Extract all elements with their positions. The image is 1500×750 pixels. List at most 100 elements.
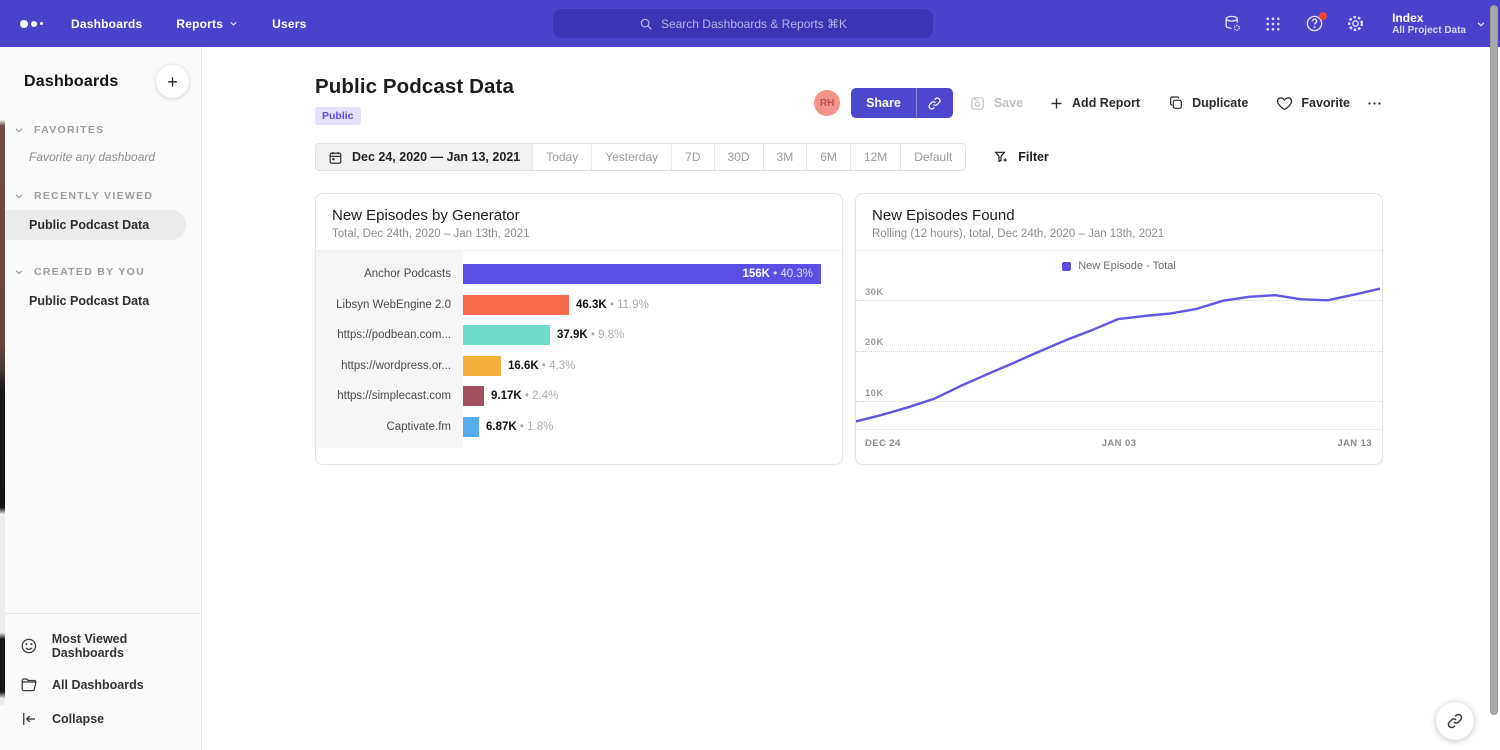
- footer-item-label: Collapse: [52, 712, 104, 726]
- sidebar-item-public-podcast-data[interactable]: Public Podcast Data: [0, 210, 186, 240]
- share-button[interactable]: Share: [851, 88, 917, 118]
- preset-3m[interactable]: 3M: [763, 144, 807, 170]
- folder-icon: [20, 676, 38, 694]
- bar-value-label: 46.3K • 11.9%: [576, 295, 649, 315]
- bar-fill[interactable]: [463, 386, 484, 406]
- bar-row[interactable]: Anchor Podcasts156K • 40.3%: [316, 259, 842, 290]
- bar-fill[interactable]: [463, 417, 479, 437]
- add-dashboard-button[interactable]: +: [156, 65, 189, 98]
- preset-6m[interactable]: 6M: [806, 144, 850, 170]
- search-icon: [639, 17, 653, 31]
- brand-logo[interactable]: [20, 20, 43, 28]
- preset-default[interactable]: Default: [900, 144, 965, 170]
- line-chart-legend[interactable]: New Episode - Total: [856, 251, 1382, 277]
- date-range-label: Dec 24, 2020 — Jan 13, 2021: [352, 150, 520, 164]
- save-button[interactable]: Save: [969, 95, 1023, 112]
- line-series-svg: [856, 277, 1380, 429]
- bar-row[interactable]: https://wordpress.or...16.6K • 4.3%: [316, 351, 842, 382]
- bar-chart-card: New Episodes by Generator Total, Dec 24t…: [315, 193, 843, 465]
- ellipsis-icon: [1366, 95, 1383, 112]
- preset-12m[interactable]: 12M: [850, 144, 900, 170]
- left-edge-artifact: [0, 47, 5, 705]
- project-scope: All Project Data: [1392, 25, 1466, 37]
- project-switcher[interactable]: Index All Project Data: [1392, 11, 1486, 37]
- line-series[interactable]: [856, 289, 1380, 422]
- preset-30d[interactable]: 30D: [714, 144, 763, 170]
- bar-chart-title: New Episodes by Generator: [332, 207, 826, 224]
- sidebar-section-recently-viewed[interactable]: RECENTLY VIEWED: [0, 190, 201, 202]
- all-dashboards-item[interactable]: All Dashboards: [0, 668, 201, 702]
- more-options-button[interactable]: [1366, 95, 1383, 112]
- search-placeholder: Search Dashboards & Reports ⌘K: [661, 17, 847, 31]
- primary-nav: Dashboards Reports Users: [71, 17, 306, 31]
- bar-track: 9.17K • 2.4%: [463, 386, 842, 406]
- section-label: FAVORITES: [34, 124, 104, 136]
- settings-gear-icon[interactable]: [1345, 14, 1365, 34]
- bar-row[interactable]: https://simplecast.com9.17K • 2.4%: [316, 381, 842, 412]
- footer-item-label: All Dashboards: [52, 678, 144, 692]
- date-range-group: Dec 24, 2020 — Jan 13, 2021 Today Yester…: [315, 143, 966, 171]
- duplicate-label: Duplicate: [1192, 96, 1248, 110]
- public-badge: Public: [315, 107, 361, 125]
- link-icon: [1446, 712, 1464, 730]
- xtick-jan13: JAN 13: [1337, 438, 1372, 449]
- bar-fill[interactable]: 156K • 40.3%: [463, 264, 821, 284]
- line-chart-title: New Episodes Found: [872, 207, 1366, 224]
- most-viewed-dashboards-item[interactable]: Most Viewed Dashboards: [0, 624, 201, 668]
- bar-fill[interactable]: [463, 295, 569, 315]
- bar-value-label: 6.87K • 1.8%: [486, 417, 553, 437]
- nav-right-cluster: Index All Project Data: [1222, 11, 1486, 37]
- bar-row[interactable]: Captivate.fm6.87K • 1.8%: [316, 412, 842, 443]
- bar-row[interactable]: https://podbean.com...37.9K • 9.8%: [316, 320, 842, 351]
- nav-dashboards[interactable]: Dashboards: [71, 17, 142, 31]
- help-icon[interactable]: [1304, 14, 1324, 34]
- section-label: RECENTLY VIEWED: [34, 190, 153, 202]
- search-input[interactable]: Search Dashboards & Reports ⌘K: [553, 9, 933, 38]
- date-range-button[interactable]: Dec 24, 2020 — Jan 13, 2021: [316, 144, 532, 170]
- nav-users[interactable]: Users: [272, 17, 306, 31]
- bar-fill[interactable]: [463, 356, 501, 376]
- section-label: CREATED BY YOU: [34, 266, 145, 278]
- bar-row[interactable]: Libsyn WebEngine 2.0 46.3K • 11.9%: [316, 290, 842, 321]
- bar-track: 16.6K • 4.3%: [463, 356, 842, 376]
- duplicate-button[interactable]: Duplicate: [1168, 95, 1248, 111]
- bar-category-label: Libsyn WebEngine 2.0: [316, 299, 463, 311]
- preset-yesterday[interactable]: Yesterday: [591, 144, 671, 170]
- nav-reports-label: Reports: [176, 17, 223, 31]
- add-report-button[interactable]: Add Report: [1049, 96, 1140, 111]
- add-report-label: Add Report: [1072, 96, 1140, 110]
- chevron-down-icon: [14, 267, 24, 277]
- notification-dot: [1319, 12, 1327, 20]
- date-controls: Dec 24, 2020 — Jan 13, 2021 Today Yester…: [315, 143, 1383, 171]
- preset-today[interactable]: Today: [532, 144, 591, 170]
- plus-icon: [1049, 96, 1064, 111]
- sidebar-section-created-by-you[interactable]: CREATED BY YOU: [0, 266, 201, 278]
- line-chart-xaxis: DEC 24 JAN 03 JAN 13: [856, 429, 1382, 449]
- preset-7d[interactable]: 7D: [671, 144, 713, 170]
- bar-value-label: 37.9K • 9.8%: [557, 325, 624, 345]
- copy-link-fab[interactable]: [1436, 702, 1474, 740]
- bar-fill[interactable]: [463, 325, 550, 345]
- page-scrollbar[interactable]: [1490, 5, 1498, 715]
- sidebar-item-public-podcast-data-created[interactable]: Public Podcast Data: [0, 286, 201, 316]
- line-chart-card: New Episodes Found Rolling (12 hours), t…: [855, 193, 1383, 465]
- avatar[interactable]: RH: [814, 90, 840, 116]
- filter-button[interactable]: Filter: [993, 149, 1049, 165]
- data-sources-icon[interactable]: [1222, 14, 1242, 34]
- sidebar-section-favorites[interactable]: FAVORITES: [0, 124, 201, 136]
- collapse-icon: [20, 710, 38, 728]
- apps-grid-icon[interactable]: [1263, 14, 1283, 34]
- share-link-button[interactable]: [917, 88, 953, 118]
- favorite-button[interactable]: Favorite: [1276, 95, 1350, 112]
- nav-reports[interactable]: Reports: [176, 17, 238, 31]
- chevron-down-icon: [1476, 19, 1486, 29]
- legend-label: New Episode - Total: [1078, 260, 1176, 272]
- filter-label: Filter: [1018, 150, 1049, 164]
- sidebar-title: Dashboards: [24, 73, 118, 91]
- line-chart-subtitle: Rolling (12 hours), total, Dec 24th, 202…: [872, 228, 1366, 240]
- bar-track: 6.87K • 1.8%: [463, 417, 842, 437]
- favorites-empty-note: Favorite any dashboard: [0, 136, 201, 164]
- sidebar-footer: Most Viewed Dashboards All Dashboards Co…: [0, 613, 201, 750]
- line-chart-plot[interactable]: 10K20K30K: [856, 277, 1382, 429]
- collapse-sidebar-item[interactable]: Collapse: [0, 702, 201, 736]
